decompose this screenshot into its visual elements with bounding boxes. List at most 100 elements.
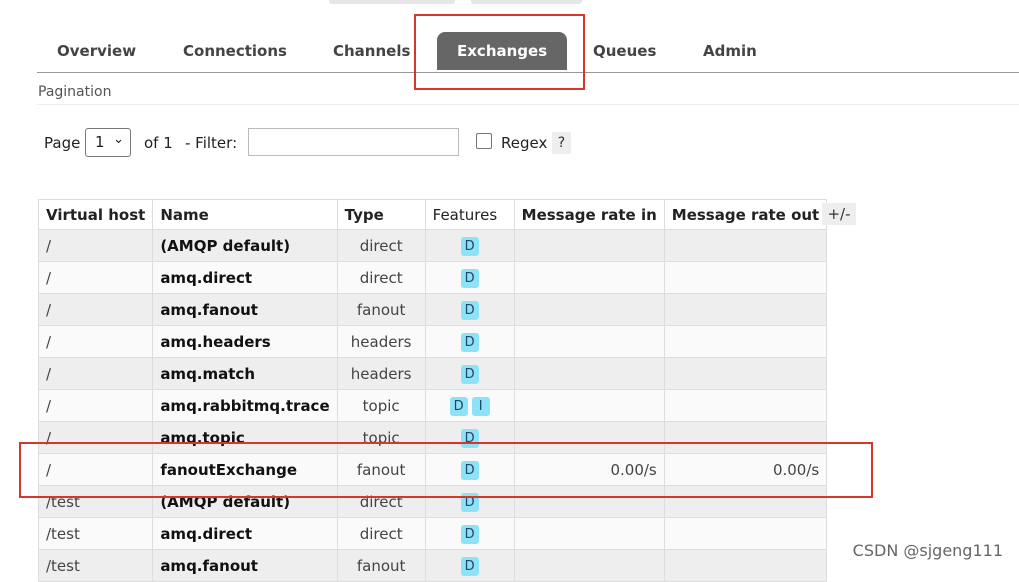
features-cell: D: [424, 261, 515, 294]
durable-badge: D: [460, 236, 479, 256]
type-cell: topic: [336, 389, 426, 422]
type-cell: headers: [336, 357, 426, 390]
tab-queues[interactable]: Queues: [593, 32, 656, 70]
regex-checkbox[interactable]: [476, 133, 492, 149]
section-divider: [37, 104, 1019, 105]
vhost-cell: /test: [37, 485, 154, 518]
tab-exchanges[interactable]: Exchanges: [437, 32, 568, 70]
features-cell: D: [424, 549, 515, 582]
exchange-name-link[interactable]: amq.match: [152, 357, 338, 390]
rate-out-cell: [663, 485, 828, 518]
durable-badge: D: [460, 428, 479, 448]
vhost-cell: /: [37, 357, 154, 390]
durable-badge: D: [460, 460, 479, 480]
pagination-section-title[interactable]: Pagination: [38, 84, 111, 100]
main-nav-tabs: Overview Connections Channels Exchanges …: [37, 32, 1019, 73]
rate-in-cell: [513, 229, 665, 262]
features-cell: DI: [424, 389, 515, 422]
durable-badge: D: [460, 556, 479, 576]
rate-out-cell: [663, 549, 828, 582]
durable-badge: D: [460, 332, 479, 352]
vhost-cell: /: [37, 421, 154, 454]
table-row[interactable]: / amq.topic topic D: [37, 421, 828, 454]
type-cell: topic: [336, 421, 426, 454]
col-message-rate-in: Message rate in: [513, 199, 665, 230]
vhost-cell: /test: [37, 517, 154, 550]
type-cell: direct: [336, 517, 426, 550]
durable-badge: D: [460, 364, 479, 384]
top-stubs: [0, 0, 1019, 6]
rate-in-cell: [513, 485, 665, 518]
exchange-name-link[interactable]: amq.topic: [152, 421, 338, 454]
col-virtual-host[interactable]: Virtual host: [37, 199, 154, 230]
table-header-row: Virtual host Name Type Features Message …: [37, 199, 828, 230]
exchange-name-link[interactable]: amq.fanout: [152, 293, 338, 326]
exchanges-table: Virtual host Name Type Features Message …: [37, 199, 828, 582]
filter-input[interactable]: [248, 128, 459, 156]
exchange-name-link[interactable]: amq.fanout: [152, 549, 338, 582]
regex-help-button[interactable]: ?: [552, 132, 571, 154]
exchange-name-link[interactable]: fanoutExchange: [152, 453, 338, 486]
table-row[interactable]: /test amq.direct direct D: [37, 517, 828, 550]
table-row[interactable]: / amq.rabbitmq.trace topic DI: [37, 389, 828, 422]
table-row[interactable]: /test amq.fanout fanout D: [37, 549, 828, 582]
rate-out-cell: 0.00/s: [663, 453, 828, 486]
table-row[interactable]: / fanoutExchange fanout D 0.00/s 0.00/s: [37, 453, 828, 486]
features-cell: D: [424, 453, 515, 486]
tab-channels[interactable]: Channels: [333, 32, 410, 70]
col-features: Features: [424, 199, 515, 230]
page-select-value: 1: [95, 133, 105, 151]
rate-out-cell: [663, 421, 828, 454]
durable-badge: D: [449, 396, 468, 416]
vhost-cell: /test: [37, 549, 154, 582]
exchange-name-link[interactable]: amq.direct: [152, 517, 338, 550]
columns-toggle-button[interactable]: +/-: [822, 203, 856, 225]
exchange-name-link[interactable]: amq.rabbitmq.trace: [152, 389, 338, 422]
internal-badge: I: [471, 396, 490, 416]
top-control-stub: [471, 0, 582, 4]
rate-in-cell: [513, 421, 665, 454]
type-cell: direct: [336, 485, 426, 518]
rate-in-cell: [513, 293, 665, 326]
features-cell: D: [424, 421, 515, 454]
regex-label: Regex: [501, 134, 548, 152]
col-message-rate-out: Message rate out: [663, 199, 828, 230]
chevron-down-icon: ⌄: [113, 132, 124, 147]
rate-in-cell: [513, 325, 665, 358]
rate-in-cell: [513, 357, 665, 390]
col-name[interactable]: Name: [152, 199, 338, 230]
durable-badge: D: [460, 492, 479, 512]
vhost-cell: /: [37, 389, 154, 422]
table-row[interactable]: / amq.headers headers D: [37, 325, 828, 358]
type-cell: direct: [336, 261, 426, 294]
type-cell: fanout: [336, 549, 426, 582]
features-cell: D: [424, 357, 515, 390]
exchange-name-link[interactable]: (AMQP default): [152, 485, 338, 518]
exchange-name-link[interactable]: amq.direct: [152, 261, 338, 294]
tab-admin[interactable]: Admin: [703, 32, 757, 70]
page-select[interactable]: 1 ⌄: [85, 128, 131, 157]
table-row[interactable]: / amq.match headers D: [37, 357, 828, 390]
rate-in-cell: [513, 549, 665, 582]
table-row[interactable]: /test (AMQP default) direct D: [37, 485, 828, 518]
vhost-cell: /: [37, 293, 154, 326]
tab-connections[interactable]: Connections: [183, 32, 287, 70]
exchange-name-link[interactable]: (AMQP default): [152, 229, 338, 262]
table-row[interactable]: / amq.direct direct D: [37, 261, 828, 294]
table-row[interactable]: / amq.fanout fanout D: [37, 293, 828, 326]
rate-in-cell: 0.00/s: [513, 453, 665, 486]
top-control-stub: [329, 0, 455, 4]
rate-in-cell: [513, 517, 665, 550]
page-label: Page: [44, 134, 81, 152]
exchange-name-link[interactable]: amq.headers: [152, 325, 338, 358]
type-cell: fanout: [336, 453, 426, 486]
col-type[interactable]: Type: [336, 199, 426, 230]
durable-badge: D: [460, 268, 479, 288]
tab-overview[interactable]: Overview: [57, 32, 136, 70]
vhost-cell: /: [37, 261, 154, 294]
table-row[interactable]: / (AMQP default) direct D: [37, 229, 828, 262]
durable-badge: D: [460, 300, 479, 320]
features-cell: D: [424, 229, 515, 262]
features-cell: D: [424, 517, 515, 550]
features-cell: D: [424, 325, 515, 358]
